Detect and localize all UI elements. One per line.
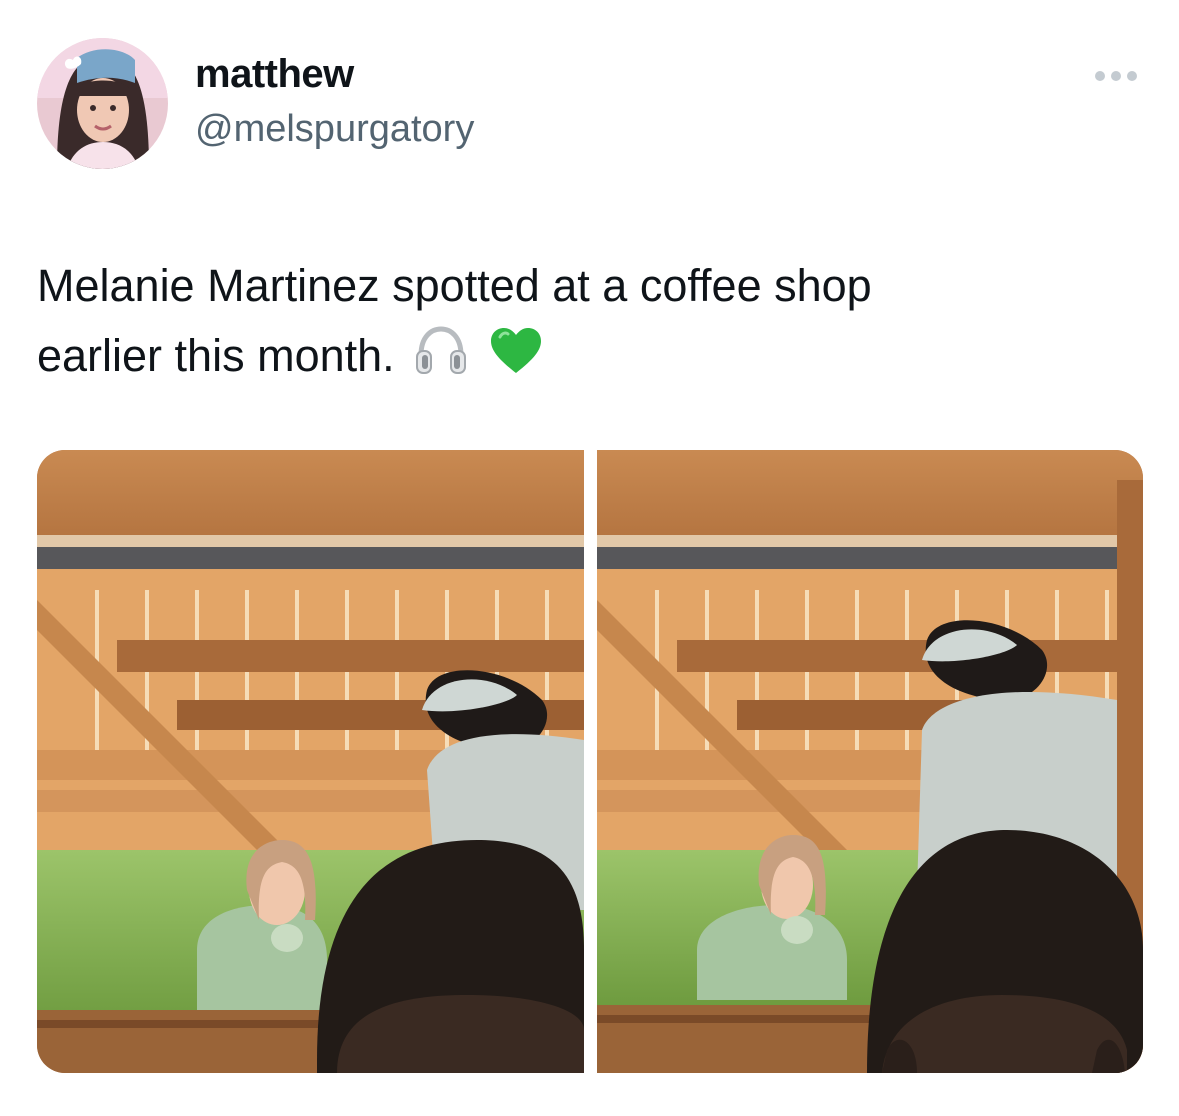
tweet-text-line: Melanie Martinez spotted at a coffee sho… [37,260,872,311]
media-photo[interactable] [597,450,1143,1073]
green-heart-icon [488,323,544,399]
display-name[interactable]: matthew [195,52,354,97]
tweet-card: matthew @melspurgatory Melanie Martinez … [0,0,1179,1116]
media-photo[interactable] [37,450,584,1073]
more-options-button[interactable] [1088,64,1144,88]
tweet-text: Melanie Martinez spotted at a coffee sho… [37,251,1137,399]
more-options-icon [1095,71,1137,81]
tweet-text-line: earlier this month. [37,330,395,381]
avatar-photo [37,38,168,169]
tweet-text-line-2: earlier this month. [37,321,1137,399]
avatar[interactable] [37,38,168,169]
user-handle[interactable]: @melspurgatory [195,108,474,151]
headphones-icon [413,323,469,399]
media-grid [37,450,1143,1073]
coffee-shop-photo-2 [597,450,1143,1073]
coffee-shop-photo-1 [37,450,584,1073]
